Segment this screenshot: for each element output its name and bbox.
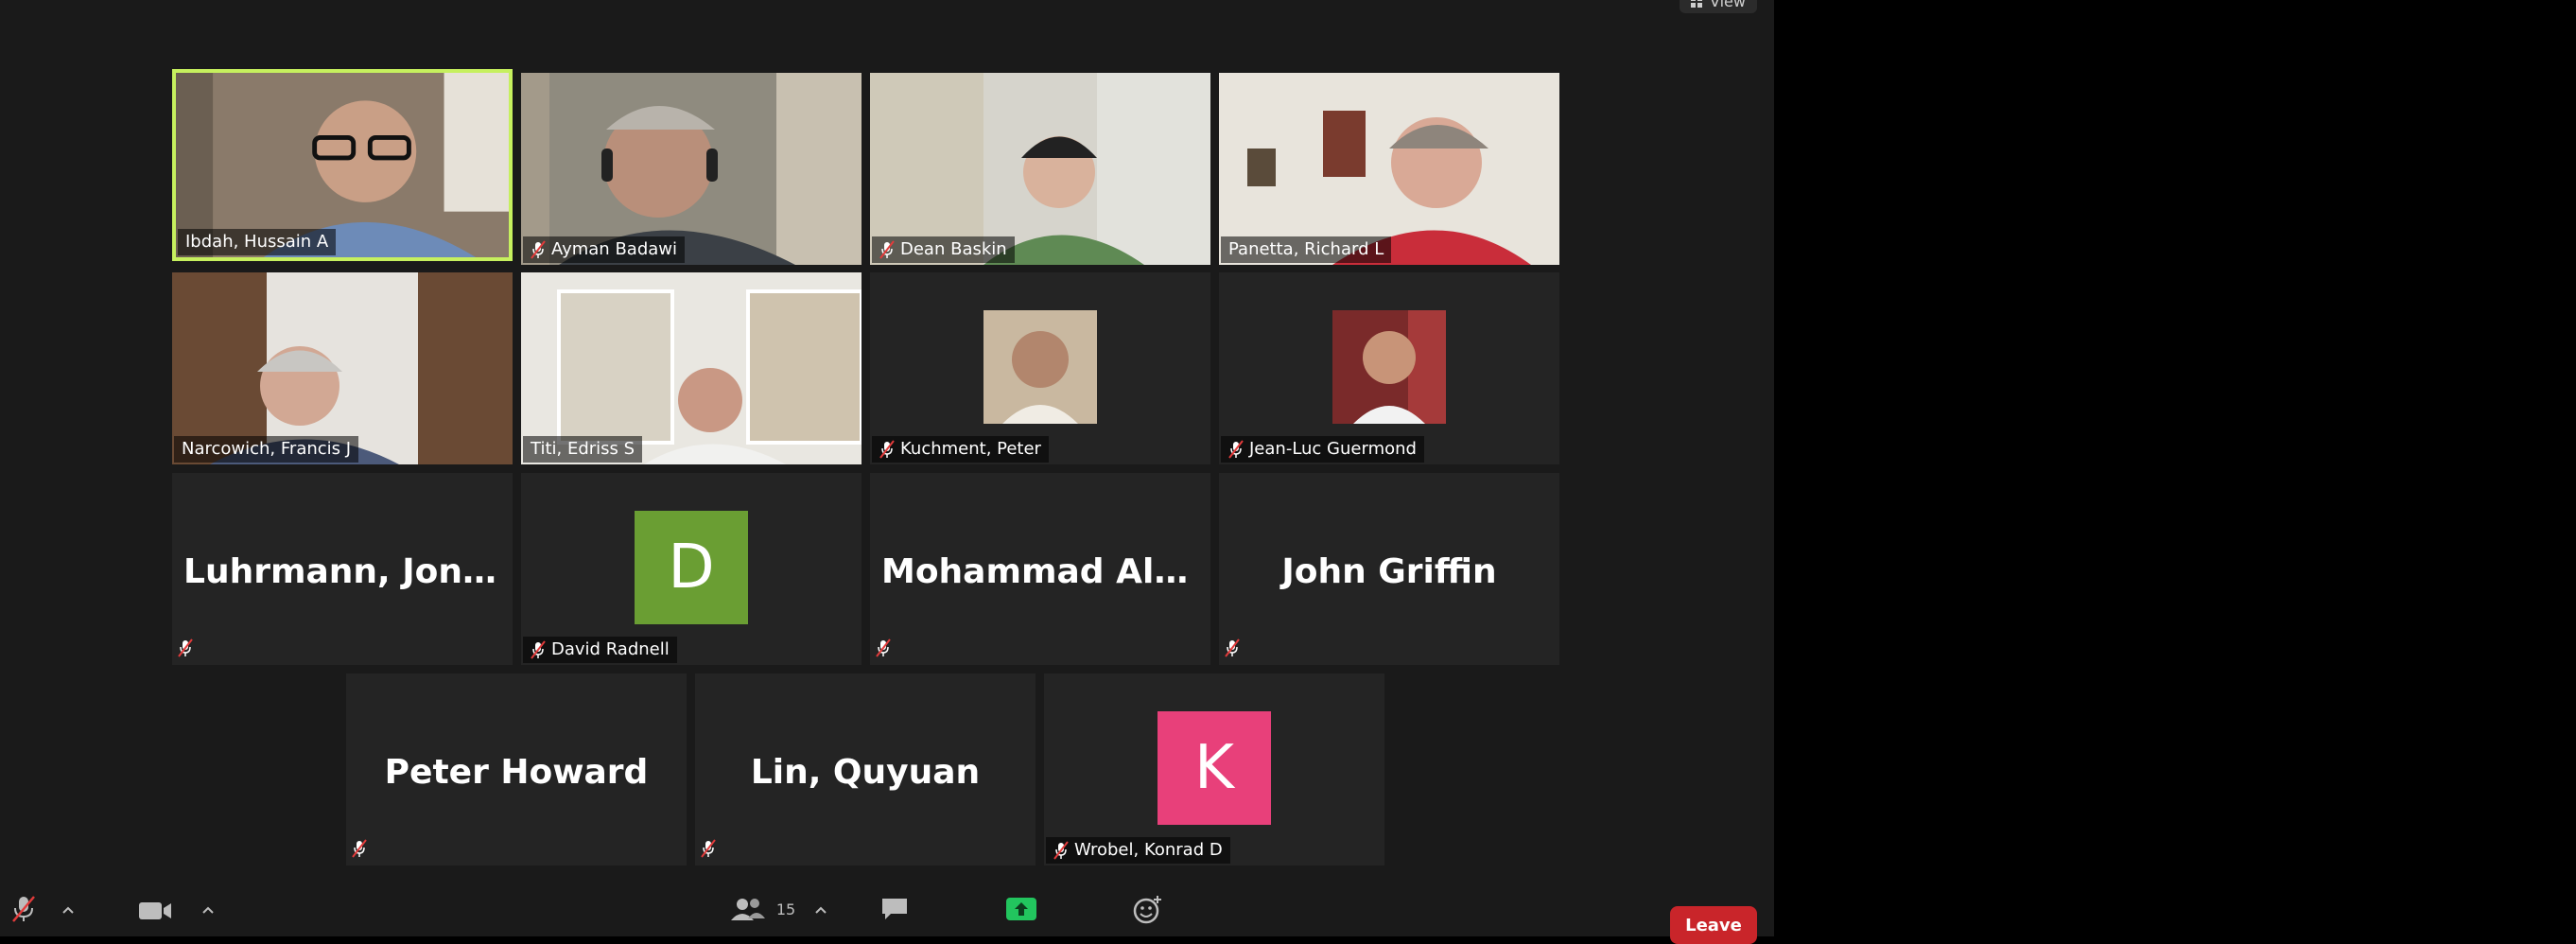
participants-icon bbox=[730, 899, 765, 920]
share-screen-button[interactable] bbox=[1004, 895, 1038, 923]
participant-name: Panetta, Richard L bbox=[1228, 239, 1384, 259]
participant-name-tag: Ibdah, Hussain A bbox=[178, 229, 337, 255]
microphone-muted-icon bbox=[701, 839, 716, 858]
participants-count: 15 bbox=[775, 900, 796, 918]
participant-name: Narcowich, Francis J bbox=[182, 439, 352, 459]
participant-tile[interactable]: D David Radnell bbox=[521, 473, 862, 665]
avatar: D bbox=[635, 511, 748, 624]
participant-tile[interactable]: John Griffin bbox=[1219, 473, 1559, 665]
mute-indicator bbox=[701, 839, 716, 862]
view-button-label: View bbox=[1710, 0, 1746, 10]
mute-indicator bbox=[178, 638, 193, 661]
microphone-muted-icon bbox=[12, 896, 35, 922]
participant-tile[interactable]: Ayman Badawi bbox=[521, 73, 862, 265]
participant-tile[interactable]: Kuchment, Peter bbox=[870, 272, 1210, 464]
participants-button[interactable]: 15 bbox=[724, 895, 800, 923]
chat-icon bbox=[882, 899, 907, 919]
chat-button[interactable] bbox=[878, 895, 912, 923]
participant-display-name: John Griffin bbox=[1281, 552, 1497, 591]
participant-tile[interactable]: Panetta, Richard L bbox=[1219, 73, 1559, 265]
microphone-muted-icon bbox=[178, 638, 193, 657]
microphone-muted-icon bbox=[1225, 638, 1240, 657]
microphone-muted-icon bbox=[531, 640, 546, 659]
avatar: K bbox=[1157, 711, 1271, 825]
meeting-window: View Ibdah, Hussain A Ayman Badawi Dean … bbox=[0, 0, 1774, 944]
participant-tile[interactable]: Ibdah, Hussain A bbox=[172, 69, 513, 261]
chevron-up-icon bbox=[815, 906, 827, 914]
view-button[interactable]: View bbox=[1680, 0, 1757, 13]
microphone-muted-icon bbox=[1228, 440, 1244, 459]
share-screen-icon bbox=[1006, 898, 1036, 920]
participant-display-name: Mohammad Al-... bbox=[881, 552, 1208, 591]
participant-name-tag: David Radnell bbox=[523, 637, 677, 663]
participant-name: Wrobel, Konrad D bbox=[1074, 840, 1223, 860]
participants-options-button[interactable] bbox=[811, 900, 830, 919]
participant-name: Ayman Badawi bbox=[551, 239, 677, 259]
participant-name: Dean Baskin bbox=[900, 239, 1007, 259]
participant-name-tag: Dean Baskin bbox=[872, 236, 1015, 263]
participant-tile[interactable]: Dean Baskin bbox=[870, 73, 1210, 265]
reactions-icon bbox=[1133, 896, 1161, 924]
participant-tile[interactable]: Luhrmann, Jonas bbox=[172, 473, 513, 665]
participant-name-tag: Panetta, Richard L bbox=[1221, 236, 1392, 263]
chevron-up-icon bbox=[202, 906, 214, 914]
participant-name: Ibdah, Hussain A bbox=[185, 232, 329, 252]
participant-name: Kuchment, Peter bbox=[900, 439, 1041, 459]
participant-tile[interactable]: Narcowich, Francis J bbox=[172, 272, 513, 464]
mute-indicator bbox=[352, 839, 367, 862]
participant-tile[interactable]: Peter Howard bbox=[346, 673, 687, 865]
participant-name-tag: Jean-Luc Guermond bbox=[1221, 436, 1424, 463]
video-camera-icon bbox=[139, 902, 171, 919]
profile-photo bbox=[1332, 310, 1446, 424]
chevron-up-icon bbox=[62, 906, 74, 914]
participant-display-name: Lin, Quyuan bbox=[750, 753, 981, 792]
participant-tile[interactable]: Jean-Luc Guermond bbox=[1219, 272, 1559, 464]
participant-name: Jean-Luc Guermond bbox=[1249, 439, 1417, 459]
reactions-button[interactable] bbox=[1131, 893, 1165, 925]
participant-name: David Radnell bbox=[551, 639, 670, 659]
participant-name-tag: Wrobel, Konrad D bbox=[1046, 837, 1230, 864]
mute-button[interactable] bbox=[9, 895, 38, 923]
video-options-button[interactable] bbox=[199, 900, 218, 919]
microphone-muted-icon bbox=[352, 839, 367, 858]
microphone-muted-icon bbox=[876, 638, 891, 657]
leave-button[interactable]: Leave bbox=[1670, 906, 1757, 944]
microphone-muted-icon bbox=[879, 440, 895, 459]
participant-display-name: Luhrmann, Jonas bbox=[183, 552, 506, 591]
grid-view-icon bbox=[1691, 0, 1702, 8]
participant-name: Titi, Edriss S bbox=[531, 439, 635, 459]
microphone-muted-icon bbox=[531, 240, 546, 259]
participant-name-tag: Narcowich, Francis J bbox=[174, 436, 359, 463]
mute-indicator bbox=[1225, 638, 1240, 661]
participant-name-tag: Kuchment, Peter bbox=[872, 436, 1049, 463]
mute-indicator bbox=[876, 638, 891, 661]
participant-tile[interactable]: K Wrobel, Konrad D bbox=[1044, 673, 1384, 865]
audio-options-button[interactable] bbox=[59, 900, 78, 919]
empty-region bbox=[1774, 0, 2576, 936]
microphone-muted-icon bbox=[1053, 841, 1069, 860]
participant-display-name: Peter Howard bbox=[384, 753, 649, 792]
participant-tile[interactable]: Mohammad Al-... bbox=[870, 473, 1210, 665]
microphone-muted-icon bbox=[879, 240, 895, 259]
participant-tile[interactable]: Titi, Edriss S bbox=[521, 272, 862, 464]
meeting-toolbar: 15 bbox=[0, 880, 1774, 936]
participant-name-tag: Titi, Edriss S bbox=[523, 436, 643, 463]
video-button[interactable] bbox=[136, 897, 174, 925]
participant-tile[interactable]: Lin, Quyuan bbox=[695, 673, 1036, 865]
participant-name-tag: Ayman Badawi bbox=[523, 236, 685, 263]
profile-photo bbox=[983, 310, 1097, 424]
